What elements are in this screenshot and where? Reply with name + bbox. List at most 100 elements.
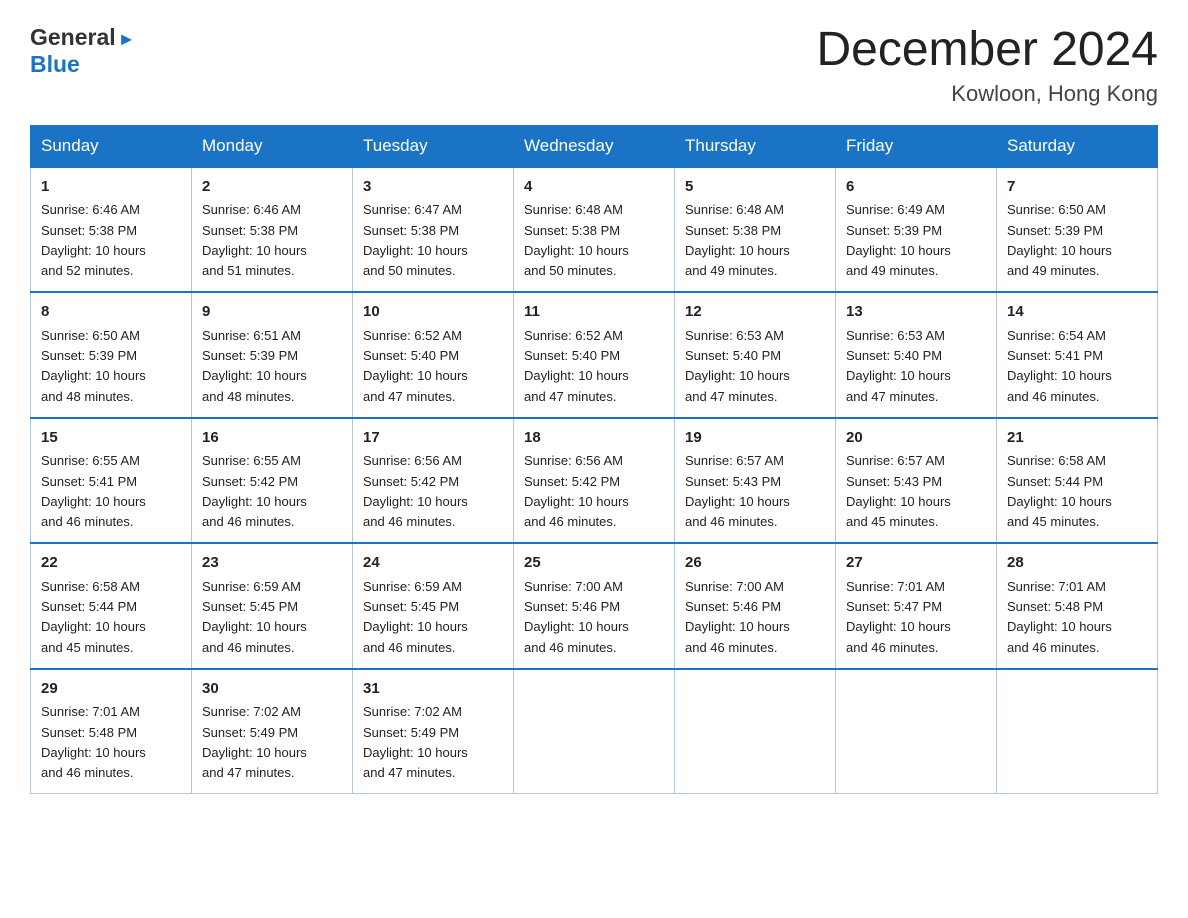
calendar-subtitle: Kowloon, Hong Kong xyxy=(816,81,1158,107)
day-number: 13 xyxy=(846,301,986,324)
day-info: Sunrise: 7:01 AMSunset: 5:48 PMDaylight:… xyxy=(41,704,146,780)
day-number: 6 xyxy=(846,176,986,199)
day-number: 29 xyxy=(41,678,181,701)
calendar-week-row: 29 Sunrise: 7:01 AMSunset: 5:48 PMDaylig… xyxy=(31,669,1158,794)
day-number: 25 xyxy=(524,552,664,575)
col-thursday: Thursday xyxy=(675,125,836,167)
day-number: 8 xyxy=(41,301,181,324)
day-info: Sunrise: 6:47 AMSunset: 5:38 PMDaylight:… xyxy=(363,202,468,278)
day-number: 16 xyxy=(202,427,342,450)
calendar-cell: 28 Sunrise: 7:01 AMSunset: 5:48 PMDaylig… xyxy=(997,543,1158,669)
calendar-cell xyxy=(514,669,675,794)
day-number: 12 xyxy=(685,301,825,324)
day-number: 27 xyxy=(846,552,986,575)
calendar-cell: 5 Sunrise: 6:48 AMSunset: 5:38 PMDayligh… xyxy=(675,167,836,293)
calendar-cell: 27 Sunrise: 7:01 AMSunset: 5:47 PMDaylig… xyxy=(836,543,997,669)
day-info: Sunrise: 6:50 AMSunset: 5:39 PMDaylight:… xyxy=(41,328,146,404)
col-monday: Monday xyxy=(192,125,353,167)
calendar-cell: 14 Sunrise: 6:54 AMSunset: 5:41 PMDaylig… xyxy=(997,292,1158,418)
title-block: December 2024 Kowloon, Hong Kong xyxy=(816,24,1158,107)
day-number: 9 xyxy=(202,301,342,324)
logo-general-text: General xyxy=(30,24,116,51)
day-info: Sunrise: 6:58 AMSunset: 5:44 PMDaylight:… xyxy=(41,579,146,655)
calendar-cell: 24 Sunrise: 6:59 AMSunset: 5:45 PMDaylig… xyxy=(353,543,514,669)
day-number: 26 xyxy=(685,552,825,575)
page-header: General ► Blue December 2024 Kowloon, Ho… xyxy=(30,24,1158,107)
calendar-week-row: 22 Sunrise: 6:58 AMSunset: 5:44 PMDaylig… xyxy=(31,543,1158,669)
day-number: 21 xyxy=(1007,427,1147,450)
calendar-cell: 12 Sunrise: 6:53 AMSunset: 5:40 PMDaylig… xyxy=(675,292,836,418)
calendar-cell xyxy=(836,669,997,794)
day-number: 2 xyxy=(202,176,342,199)
day-number: 30 xyxy=(202,678,342,701)
day-info: Sunrise: 6:59 AMSunset: 5:45 PMDaylight:… xyxy=(363,579,468,655)
col-sunday: Sunday xyxy=(31,125,192,167)
day-info: Sunrise: 6:51 AMSunset: 5:39 PMDaylight:… xyxy=(202,328,307,404)
day-info: Sunrise: 7:01 AMSunset: 5:48 PMDaylight:… xyxy=(1007,579,1112,655)
day-info: Sunrise: 6:59 AMSunset: 5:45 PMDaylight:… xyxy=(202,579,307,655)
day-info: Sunrise: 6:55 AMSunset: 5:41 PMDaylight:… xyxy=(41,453,146,529)
calendar-cell xyxy=(997,669,1158,794)
calendar-cell: 26 Sunrise: 7:00 AMSunset: 5:46 PMDaylig… xyxy=(675,543,836,669)
day-info: Sunrise: 7:02 AMSunset: 5:49 PMDaylight:… xyxy=(363,704,468,780)
calendar-cell: 23 Sunrise: 6:59 AMSunset: 5:45 PMDaylig… xyxy=(192,543,353,669)
calendar-cell: 7 Sunrise: 6:50 AMSunset: 5:39 PMDayligh… xyxy=(997,167,1158,293)
day-number: 31 xyxy=(363,678,503,701)
calendar-header: Sunday Monday Tuesday Wednesday Thursday… xyxy=(31,125,1158,167)
calendar-body: 1 Sunrise: 6:46 AMSunset: 5:38 PMDayligh… xyxy=(31,167,1158,794)
calendar-cell: 6 Sunrise: 6:49 AMSunset: 5:39 PMDayligh… xyxy=(836,167,997,293)
calendar-cell: 19 Sunrise: 6:57 AMSunset: 5:43 PMDaylig… xyxy=(675,418,836,544)
calendar-cell: 15 Sunrise: 6:55 AMSunset: 5:41 PMDaylig… xyxy=(31,418,192,544)
day-info: Sunrise: 6:57 AMSunset: 5:43 PMDaylight:… xyxy=(685,453,790,529)
calendar-cell: 18 Sunrise: 6:56 AMSunset: 5:42 PMDaylig… xyxy=(514,418,675,544)
calendar-cell: 25 Sunrise: 7:00 AMSunset: 5:46 PMDaylig… xyxy=(514,543,675,669)
day-number: 1 xyxy=(41,176,181,199)
day-info: Sunrise: 6:54 AMSunset: 5:41 PMDaylight:… xyxy=(1007,328,1112,404)
calendar-cell: 22 Sunrise: 6:58 AMSunset: 5:44 PMDaylig… xyxy=(31,543,192,669)
day-info: Sunrise: 6:56 AMSunset: 5:42 PMDaylight:… xyxy=(363,453,468,529)
day-info: Sunrise: 6:46 AMSunset: 5:38 PMDaylight:… xyxy=(41,202,146,278)
calendar-table: Sunday Monday Tuesday Wednesday Thursday… xyxy=(30,125,1158,795)
day-number: 4 xyxy=(524,176,664,199)
col-friday: Friday xyxy=(836,125,997,167)
day-number: 28 xyxy=(1007,552,1147,575)
day-number: 10 xyxy=(363,301,503,324)
logo-blue-text: Blue xyxy=(30,51,80,77)
day-info: Sunrise: 7:00 AMSunset: 5:46 PMDaylight:… xyxy=(524,579,629,655)
header-row: Sunday Monday Tuesday Wednesday Thursday… xyxy=(31,125,1158,167)
calendar-cell: 20 Sunrise: 6:57 AMSunset: 5:43 PMDaylig… xyxy=(836,418,997,544)
calendar-cell: 3 Sunrise: 6:47 AMSunset: 5:38 PMDayligh… xyxy=(353,167,514,293)
day-info: Sunrise: 6:48 AMSunset: 5:38 PMDaylight:… xyxy=(524,202,629,278)
day-number: 17 xyxy=(363,427,503,450)
day-info: Sunrise: 6:50 AMSunset: 5:39 PMDaylight:… xyxy=(1007,202,1112,278)
calendar-title: December 2024 xyxy=(816,24,1158,77)
calendar-cell xyxy=(675,669,836,794)
logo: General ► Blue xyxy=(30,24,135,78)
calendar-week-row: 15 Sunrise: 6:55 AMSunset: 5:41 PMDaylig… xyxy=(31,418,1158,544)
calendar-cell: 1 Sunrise: 6:46 AMSunset: 5:38 PMDayligh… xyxy=(31,167,192,293)
calendar-cell: 17 Sunrise: 6:56 AMSunset: 5:42 PMDaylig… xyxy=(353,418,514,544)
calendar-week-row: 1 Sunrise: 6:46 AMSunset: 5:38 PMDayligh… xyxy=(31,167,1158,293)
day-number: 22 xyxy=(41,552,181,575)
calendar-cell: 21 Sunrise: 6:58 AMSunset: 5:44 PMDaylig… xyxy=(997,418,1158,544)
day-info: Sunrise: 6:55 AMSunset: 5:42 PMDaylight:… xyxy=(202,453,307,529)
day-info: Sunrise: 6:49 AMSunset: 5:39 PMDaylight:… xyxy=(846,202,951,278)
day-number: 5 xyxy=(685,176,825,199)
calendar-cell: 8 Sunrise: 6:50 AMSunset: 5:39 PMDayligh… xyxy=(31,292,192,418)
day-info: Sunrise: 7:02 AMSunset: 5:49 PMDaylight:… xyxy=(202,704,307,780)
calendar-cell: 9 Sunrise: 6:51 AMSunset: 5:39 PMDayligh… xyxy=(192,292,353,418)
calendar-cell: 16 Sunrise: 6:55 AMSunset: 5:42 PMDaylig… xyxy=(192,418,353,544)
day-number: 14 xyxy=(1007,301,1147,324)
calendar-cell: 29 Sunrise: 7:01 AMSunset: 5:48 PMDaylig… xyxy=(31,669,192,794)
day-info: Sunrise: 7:01 AMSunset: 5:47 PMDaylight:… xyxy=(846,579,951,655)
calendar-cell: 10 Sunrise: 6:52 AMSunset: 5:40 PMDaylig… xyxy=(353,292,514,418)
day-number: 15 xyxy=(41,427,181,450)
calendar-cell: 13 Sunrise: 6:53 AMSunset: 5:40 PMDaylig… xyxy=(836,292,997,418)
calendar-cell: 31 Sunrise: 7:02 AMSunset: 5:49 PMDaylig… xyxy=(353,669,514,794)
calendar-cell: 30 Sunrise: 7:02 AMSunset: 5:49 PMDaylig… xyxy=(192,669,353,794)
day-info: Sunrise: 6:56 AMSunset: 5:42 PMDaylight:… xyxy=(524,453,629,529)
day-info: Sunrise: 7:00 AMSunset: 5:46 PMDaylight:… xyxy=(685,579,790,655)
logo-arrow-icon: ► xyxy=(118,29,136,50)
day-number: 24 xyxy=(363,552,503,575)
day-number: 11 xyxy=(524,301,664,324)
